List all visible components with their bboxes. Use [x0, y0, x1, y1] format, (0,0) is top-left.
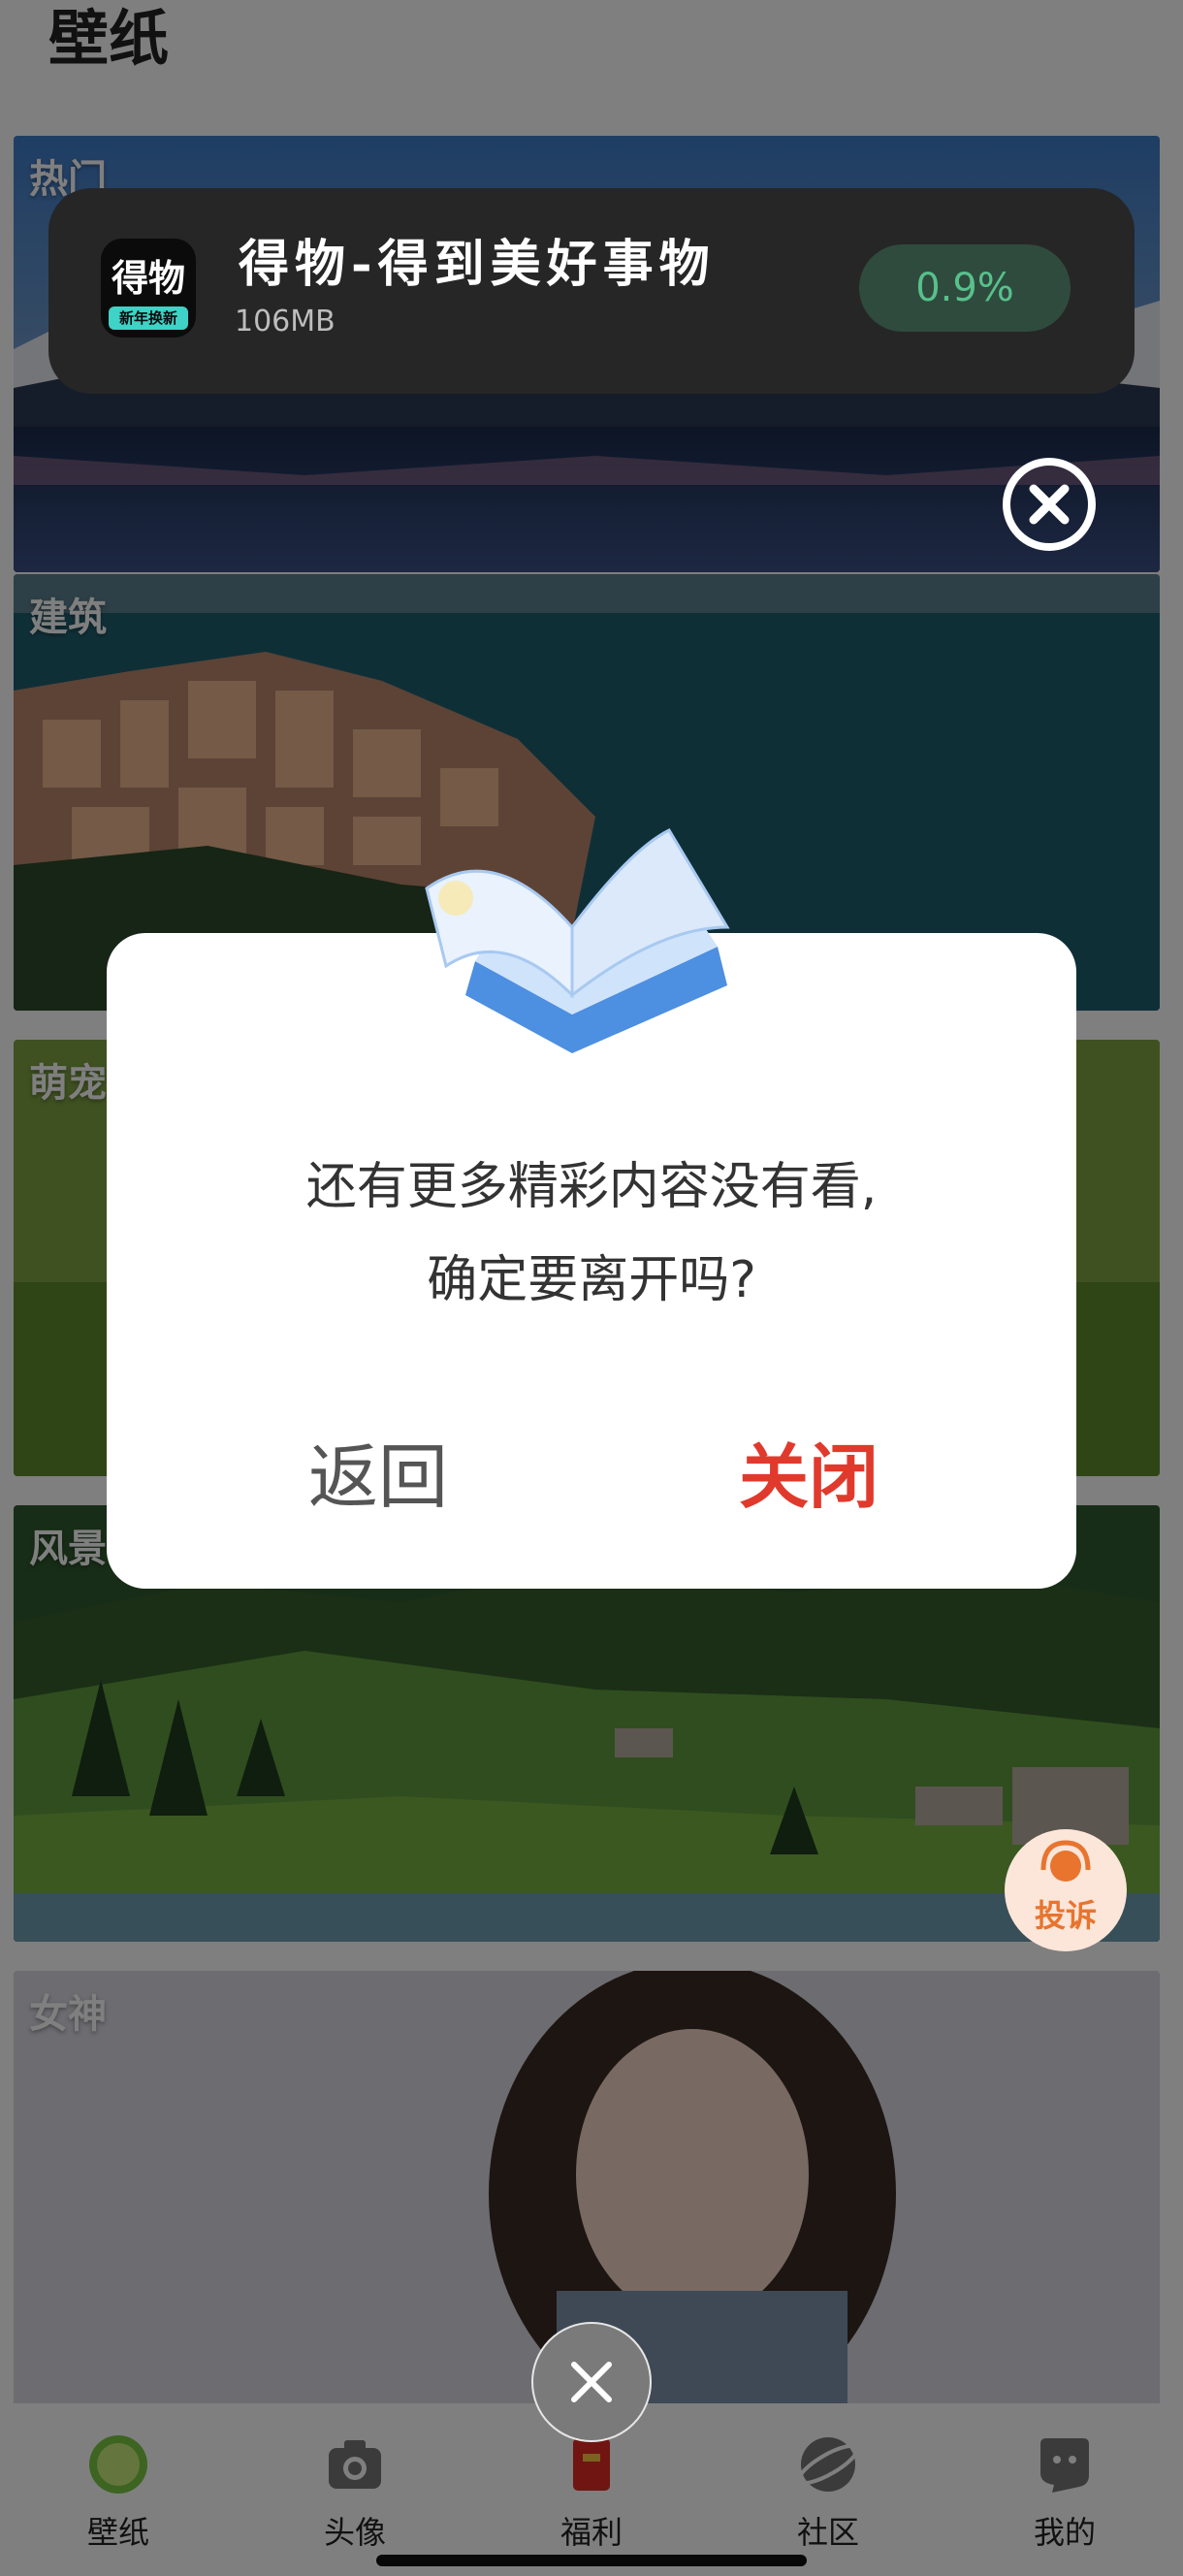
complaint-button[interactable]: 投诉 — [1005, 1829, 1127, 1951]
app-name: 得物-得到美好事物 — [239, 235, 716, 294]
app-icon-tag: 新年换新 — [109, 306, 188, 330]
app-icon-logo: 得物 — [111, 257, 185, 300]
app-size: 106MB — [235, 305, 336, 338]
banner-close-icon[interactable] — [1003, 458, 1096, 551]
dialog-back-button[interactable]: 返回 — [301, 1420, 456, 1522]
dialog-message-line2: 确定要离开吗? — [427, 1251, 756, 1309]
app-icon: 得物 新年换新 — [101, 239, 196, 338]
download-progress-button[interactable]: 0.9% — [859, 244, 1071, 332]
ad-close-button[interactable] — [531, 2322, 652, 2442]
close-icon — [571, 2362, 612, 2402]
dialog-close-button[interactable]: 关闭 — [731, 1420, 886, 1522]
dialog-message: 还有更多精彩内容没有看, 确定要离开吗? — [107, 1141, 1076, 1327]
open-book-icon — [425, 828, 730, 1053]
app-download-banner[interactable]: 得物 新年换新 得物-得到美好事物 106MB 0.9% — [48, 188, 1135, 394]
headset-agent-icon — [1040, 1840, 1091, 1882]
complaint-label: 投诉 — [1034, 1897, 1097, 1934]
dialog-message-line1: 还有更多精彩内容没有看, — [305, 1158, 878, 1216]
